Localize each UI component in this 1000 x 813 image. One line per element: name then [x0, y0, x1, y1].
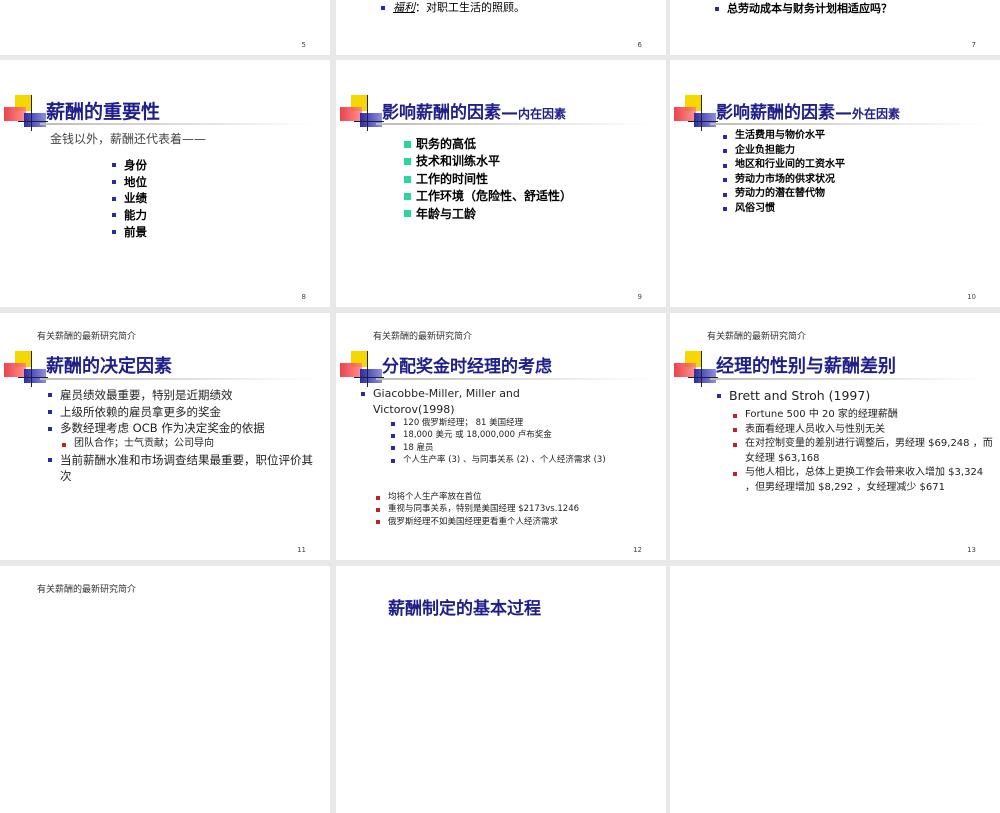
finding-item: 均将个人生产率放在首位 [376, 491, 656, 503]
intro-text: 金钱以外，薪酬还代表着—— [50, 132, 207, 146]
slide-thumbnail-6[interactable]: 福利：对职工生活的照顾。 6 [336, 0, 666, 55]
finding-item: 重视与同事关系，特别是美国经理 $2173vs.1246 [376, 503, 656, 515]
slide-number: 9 [637, 293, 642, 301]
slide-thumbnail-8[interactable]: 薪酬的重要性 金钱以外，薪酬还代表着—— 身份 地位 业绩 能力 前景 8 [0, 60, 330, 307]
sub-bullet-item: 18,000 美元 或 18,000,000 卢布奖金 [391, 429, 651, 441]
bullet-item: 当前薪酬水准和市场调查结果最重要，职位评价其次 [48, 452, 323, 485]
slide-number: 11 [297, 546, 306, 554]
slide-header: 有关薪酬的最新研究简介 [37, 585, 137, 595]
slide-number: 7 [971, 41, 976, 49]
slide-title: 影响薪酬的因素—内在因素 [382, 103, 567, 123]
slide-title: 薪酬的重要性 [46, 101, 161, 123]
logo-icon [340, 95, 384, 131]
slide-number: 8 [301, 293, 306, 301]
slide-thumbnail-10[interactable]: 影响薪酬的因素—外在因素 生活费用与物价水平 企业负担能力 地区和行业间的工资水… [670, 60, 1000, 307]
bullet-item: 地区和行业间的工资水平 [723, 158, 845, 173]
slide-thumbnail-16[interactable] [670, 566, 1000, 813]
bullet-item: 劳动力市场的供求状况 [723, 173, 845, 188]
sub-bullet-item: 与他人相比，总体上更换工作会带来收入增加 $3,324 ，但男经理增加 $8,2… [733, 466, 993, 495]
logo-icon [340, 351, 384, 387]
sub-bullet-item: 表面看经理人员收入与性别无关 [733, 423, 993, 438]
slide-header: 有关薪酬的最新研究简介 [707, 332, 807, 342]
slide-number: 13 [967, 546, 976, 554]
bullet-item: Giacobbe-Miller, Miller and Victorov(199… [361, 386, 561, 418]
slide-header: 有关薪酬的最新研究简介 [373, 332, 473, 342]
slide-thumbnail-12[interactable]: 有关薪酬的最新研究简介 分配奖金时经理的考虑 Giacobbe-Miller, … [336, 313, 666, 560]
slide-number: 6 [637, 41, 642, 49]
slide-header: 有关薪酬的最新研究简介 [37, 332, 137, 342]
bullet-item: 总劳动成本与财务计划相适应吗？ [715, 1, 892, 17]
sub-bullet-item: 个人生产率 (3) 、与同事关系 (2) 、个人经济需求 (3) [391, 454, 651, 466]
sub-bullet-item: 团队合作；士气贡献；公司导向 [62, 437, 323, 452]
slide-number: 5 [301, 41, 306, 49]
bullet-item: 能力 [112, 207, 147, 224]
bullet-item: Brett and Stroh (1997) [717, 387, 870, 405]
logo-icon [4, 351, 48, 387]
bullet-item: 技术和训练水平 [404, 153, 604, 170]
bullet-item: 雇员绩效最重要，特别是近期绩效 [48, 387, 323, 404]
bullet-item: 身份 [112, 157, 147, 174]
bullet-item: 风俗习惯 [723, 202, 845, 217]
bullet-item: 企业负担能力 [723, 144, 845, 159]
bullet-item: 多数经理考虑 OCB 作为决定奖金的依据 [48, 420, 323, 437]
slide-thumbnail-15[interactable]: 薪酬制定的基本过程 [336, 566, 666, 813]
slide-number: 12 [633, 546, 642, 554]
slide-number: 10 [967, 293, 976, 301]
finding-item: 俄罗斯经理不如美国经理更看重个人经济需求 [376, 516, 656, 528]
sub-bullet-item: 120 俄罗斯经理； 81 美国经理 [391, 417, 651, 429]
bullet-item: 年龄与工龄 [404, 206, 604, 223]
slide-title: 薪酬的决定因素 [46, 356, 172, 377]
bullet-item: 上级所依赖的雇员拿更多的奖金 [48, 404, 323, 421]
bullet-item: 工作环境（危险性、舒适性） [404, 188, 604, 205]
bullet-item: 前景 [112, 224, 147, 241]
slide-title: 薪酬制定的基本过程 [388, 599, 541, 619]
logo-icon [674, 351, 718, 387]
slide-thumbnail-7[interactable]: 总劳动成本与财务计划相适应吗？ 7 [670, 0, 1000, 55]
bullet-item: 工作的时间性 [404, 171, 604, 188]
bullet-item: 业绩 [112, 190, 147, 207]
bullet-item: 劳动力的潜在替代物 [723, 187, 845, 202]
bullet-item: 地位 [112, 174, 147, 191]
sub-bullet-item: Fortune 500 中 20 家的经理薪酬 [733, 408, 993, 423]
logo-icon [674, 95, 718, 131]
slide-thumbnail-9[interactable]: 影响薪酬的因素—内在因素 职务的高低 技术和训练水平 工作的时间性 工作环境（危… [336, 60, 666, 307]
slide-thumbnail-11[interactable]: 有关薪酬的最新研究简介 薪酬的决定因素 雇员绩效最重要，特别是近期绩效 上级所依… [0, 313, 330, 560]
slide-title: 经理的性别与薪酬差别 [716, 356, 896, 377]
slide-title: 分配奖金时经理的考虑 [382, 357, 552, 377]
sub-bullet-item: 在对控制变量的差别进行调整后，男经理 $69,248 ，而女经理 $63,168 [733, 437, 993, 466]
slide-thumbnail-5[interactable]: 5 [0, 0, 330, 55]
bullet-item: 职务的高低 [404, 136, 604, 153]
slide-title: 影响薪酬的因素—外在因素 [716, 103, 901, 123]
slide-thumbnail-14[interactable]: 有关薪酬的最新研究简介 [0, 566, 330, 813]
sub-bullet-item: 18 雇员 [391, 442, 651, 454]
slide-thumbnail-13[interactable]: 有关薪酬的最新研究简介 经理的性别与薪酬差别 Brett and Stroh (… [670, 313, 1000, 560]
bullet-item: 生活费用与物价水平 [723, 129, 845, 144]
bullet-item: 福利：对职工生活的照顾。 [381, 0, 525, 16]
logo-icon [4, 95, 48, 131]
